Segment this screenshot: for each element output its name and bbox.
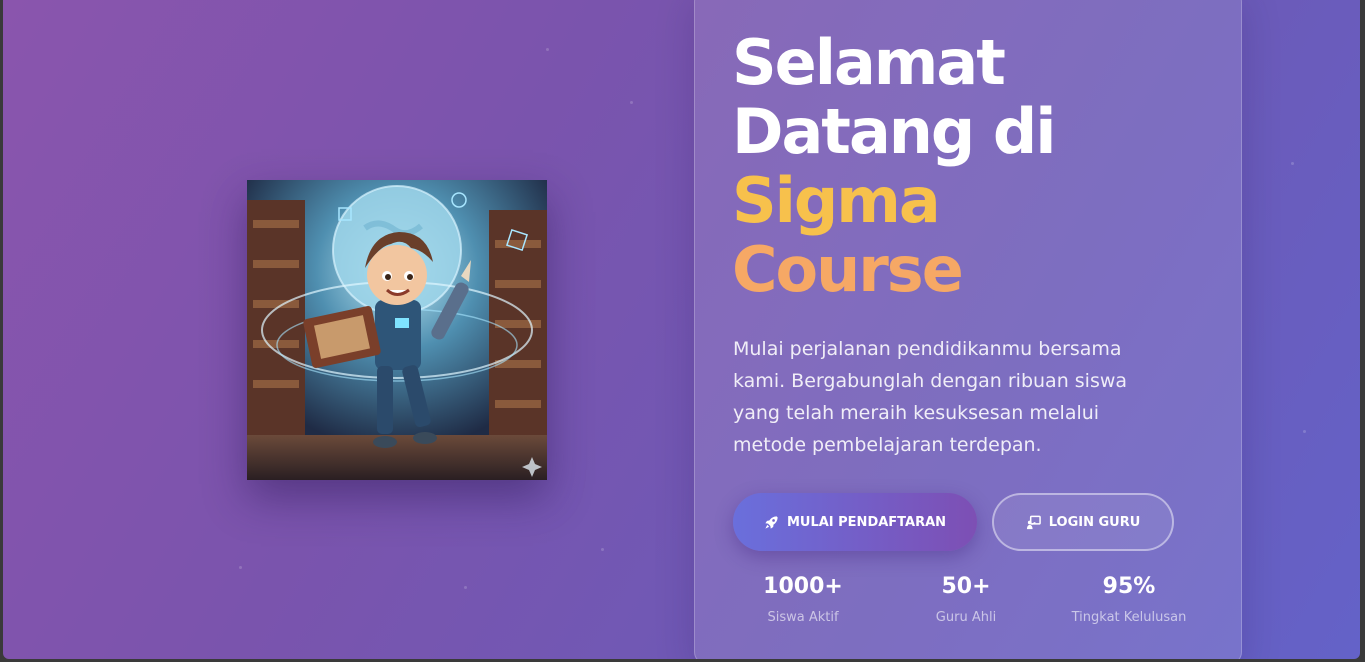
stat-label: Guru Ahli [935,610,997,625]
background-sparkle [630,101,633,104]
title-brand-line: Course [732,233,964,306]
teacher-board-icon [1026,515,1041,529]
stat-active-students: 1000+ Siswa Aktif [723,572,883,625]
background-sparkle [1291,162,1294,165]
register-button-label: MULAI PENDAFTARAN [786,514,947,530]
background-sparkle [546,48,549,51]
background-sparkle [601,548,604,551]
hero-description: Mulai perjalanan pendidikanmu bersama ka… [733,338,1128,456]
stat-expert-teachers: 50+ Guru Ahli [886,572,1046,625]
background-sparkle [1303,430,1306,433]
register-button[interactable]: MULAI PENDAFTARAN [733,493,977,551]
stat-label: Tingkat Kelulusan [1071,610,1187,625]
title-line: Datang di [732,95,1057,168]
page-title: Selamat Datang di Sigma Course [732,26,1057,306]
title-brand-line: Sigma [732,164,941,237]
stat-value: 1000+ [763,574,843,599]
student-library-illustration [247,180,547,480]
stat-value: 95% [1102,574,1156,599]
rocket-icon [765,515,778,529]
hero-illustration [247,180,547,480]
stat-label: Siswa Aktif [767,610,839,625]
background-sparkle [464,586,467,589]
login-teacher-button-label: LOGIN GURU [1048,514,1141,530]
title-line: Selamat [732,26,1006,99]
login-teacher-button[interactable]: LOGIN GURU [992,493,1174,551]
background-sparkle [239,566,242,569]
stat-value: 50+ [941,574,991,599]
stat-graduation-rate: 95% Tingkat Kelulusan [1049,572,1209,625]
hero-section [3,0,1360,659]
